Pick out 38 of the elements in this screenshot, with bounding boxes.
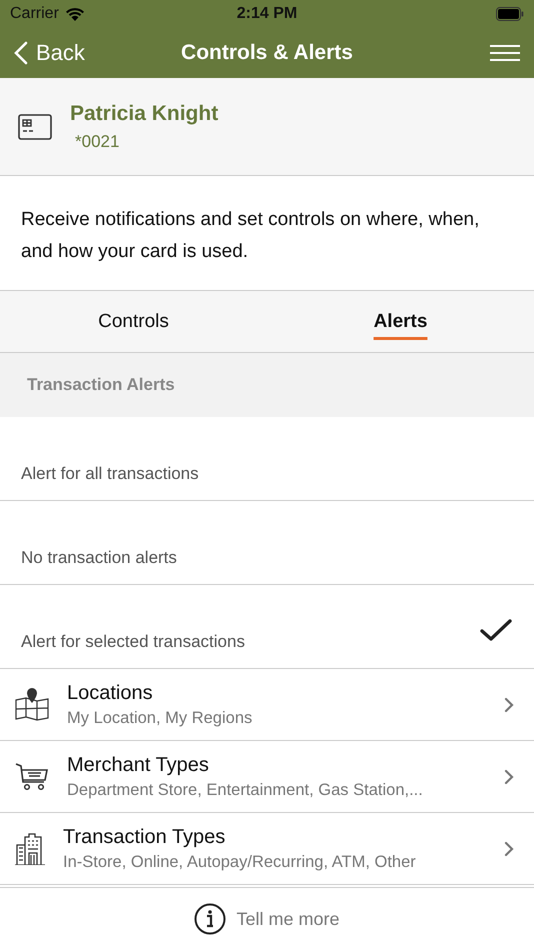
- chevron-left-icon: [14, 41, 28, 65]
- tell-me-more-link[interactable]: Tell me more: [194, 903, 340, 935]
- alert-option[interactable]: Alert for selected transactions: [0, 585, 534, 669]
- alert-option[interactable]: No transaction alerts: [0, 501, 534, 585]
- option-label: Alert for all transactions: [21, 464, 199, 484]
- map-pin-icon: [15, 688, 49, 722]
- chevron-right-icon: [504, 768, 514, 784]
- tab[interactable]: Controls: [0, 291, 267, 352]
- category-title: Locations: [67, 682, 154, 704]
- alert-option[interactable]: Alert for all transactions: [0, 417, 534, 501]
- chevron-right-icon: [504, 696, 514, 712]
- status-time: 2:14 PM: [236, 5, 298, 23]
- category-title: Transaction Types: [63, 826, 226, 848]
- tab[interactable]: Alerts: [267, 291, 534, 352]
- category-summary: In-Store, Online, Autopay/Recurring, ATM, Other: [63, 852, 417, 872]
- category-summary: My Location, My Regions: [67, 708, 254, 728]
- credit-card-icon: [18, 114, 52, 140]
- screen-title: Controls & Alerts: [180, 41, 354, 65]
- section-title: Transaction Alerts: [27, 375, 175, 395]
- cardholder-name: Patricia Knight: [70, 102, 218, 126]
- back-button[interactable]: Back: [14, 40, 85, 66]
- category-summary: Department Store, Entertainment, Gas Station,...: [67, 780, 424, 800]
- carrier-name: Carrier: [10, 5, 59, 23]
- chevron-right-icon: [504, 840, 514, 856]
- option-label: Alert for selected transactions: [21, 632, 245, 652]
- battery-icon: [496, 7, 524, 21]
- buildings-icon: [15, 832, 45, 864]
- category-row[interactable]: Locations My Location, My Regions: [0, 669, 534, 741]
- shopping-cart-icon: [15, 762, 49, 792]
- option-label: No transaction alerts: [21, 548, 177, 568]
- menu-icon: [490, 45, 520, 61]
- card-number: *0021: [75, 132, 120, 152]
- wifi-icon: [64, 7, 85, 21]
- category-row[interactable]: Merchant Types Department Store, Entertainment, Gas Station,...: [0, 741, 534, 813]
- category-row[interactable]: Transaction Types In-Store, Online, Autopay/Recurring, ATM, Other: [0, 813, 534, 885]
- menu-button[interactable]: [490, 45, 520, 61]
- info-icon: [194, 903, 226, 935]
- category-title: Merchant Types: [67, 754, 210, 776]
